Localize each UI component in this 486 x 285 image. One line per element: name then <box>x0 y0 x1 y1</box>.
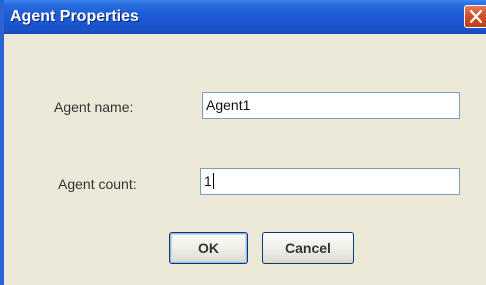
close-x-icon <box>470 10 482 23</box>
title-bar[interactable]: Agent Properties <box>4 0 486 34</box>
dialog-title: Agent Properties <box>10 8 139 25</box>
ok-button[interactable]: OK <box>169 232 248 264</box>
agent-name-label: Agent name: <box>54 99 134 115</box>
agent-count-field[interactable]: 1 <box>200 168 460 195</box>
agent-count-value: 1 <box>204 173 212 189</box>
agent-count-label: Agent count: <box>58 176 137 192</box>
agent-name-field[interactable]: Agent1 <box>202 92 460 119</box>
cancel-button[interactable]: Cancel <box>262 232 354 264</box>
text-caret <box>212 173 214 189</box>
agent-properties-dialog: Agent Properties Agent name: Agent1 Agen… <box>0 0 486 285</box>
close-button[interactable] <box>464 5 486 28</box>
agent-name-value: Agent1 <box>206 97 251 113</box>
